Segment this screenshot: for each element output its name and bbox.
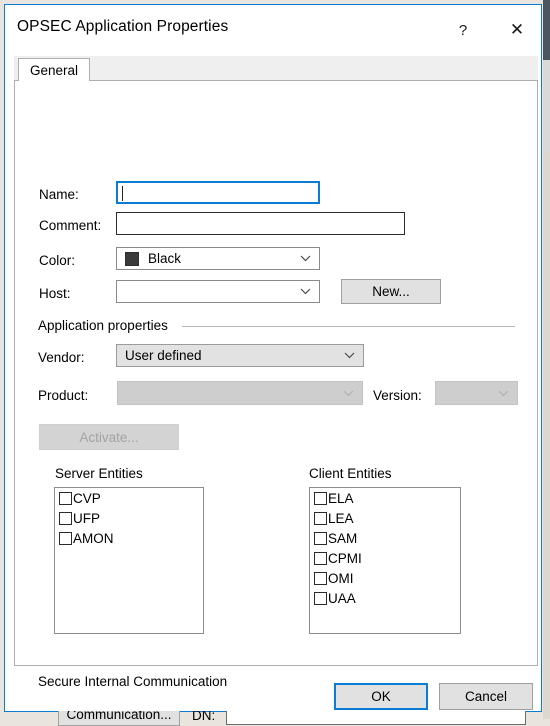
chevron-down-icon [344,352,355,359]
close-icon: ✕ [509,19,525,40]
checkbox-icon[interactable] [314,571,327,585]
application-properties-group-label: Application properties [38,318,176,333]
vendor-label: Vendor: [38,350,85,365]
tab-panel-general: Name: Comment: Color: Black Host: New... [14,81,538,726]
activate-button[interactable]: Activate... [39,424,179,450]
cancel-button[interactable]: Cancel [439,683,533,710]
window-title: OPSEC Application Properties [17,18,229,35]
checkbox-icon[interactable] [314,551,327,565]
ok-button-label: OK [371,689,391,704]
chevron-down-icon [300,288,311,295]
list-item[interactable]: SAM [310,528,460,548]
host-combobox[interactable] [116,280,320,303]
version-combobox[interactable] [435,381,518,405]
chevron-down-icon [300,255,311,262]
cancel-button-label: Cancel [464,689,508,704]
list-item-label: CVP [73,490,101,506]
desktop-background-mid [543,60,550,152]
list-item-label: UAA [328,590,356,606]
list-item[interactable]: CPMI [310,548,460,568]
list-item[interactable]: OMI [310,568,460,588]
checkbox-icon[interactable] [314,511,327,525]
desktop-background-top [543,0,550,60]
vendor-combobox[interactable]: User defined [116,344,364,367]
new-host-button-label: New... [372,284,410,299]
list-item[interactable]: ELA [310,488,460,508]
comment-input[interactable] [116,212,405,235]
title-bar: OPSEC Application Properties ? ✕ [5,5,541,51]
tab-general[interactable]: General [18,58,91,82]
server-entities-listbox[interactable]: CVP UFP AMON [54,487,204,634]
color-swatch-icon [125,251,139,266]
vendor-value: User defined [125,348,202,363]
name-input[interactable] [116,181,320,204]
ok-button[interactable]: OK [334,683,428,710]
list-item[interactable]: LEA [310,508,460,528]
text-caret [122,186,123,201]
tab-general-label: General [30,62,79,78]
list-item-label: ELA [328,490,354,506]
list-item[interactable]: AMON [55,528,203,548]
chevron-down-icon [343,390,354,397]
chevron-down-icon [498,390,509,397]
list-item[interactable]: CVP [55,488,203,508]
desktop-background-bottom [543,152,550,719]
secure-internal-communication-group-label: Secure Internal Communication [38,674,236,689]
color-label: Color: [39,253,76,268]
product-combobox[interactable] [117,381,363,405]
checkbox-icon[interactable] [314,491,327,505]
color-combobox[interactable]: Black [116,247,320,270]
help-button[interactable]: ? [441,15,485,45]
list-item-label: CPMI [328,550,362,566]
list-item-label: LEA [328,510,354,526]
version-label: Version: [373,388,422,403]
checkbox-icon[interactable] [314,591,327,605]
list-item-label: AMON [73,530,114,546]
application-properties-divider [182,326,515,327]
list-item-label: UFP [73,510,100,526]
list-item-label: OMI [328,570,354,586]
server-entities-title: Server Entities [55,466,143,481]
list-item[interactable]: UAA [310,588,460,608]
list-item[interactable]: UFP [55,508,203,528]
activate-button-label: Activate... [79,429,139,445]
product-label: Product: [38,388,89,403]
question-mark-icon: ? [458,21,468,39]
client-entities-listbox[interactable]: ELA LEA SAM CPMI OMI UAA [309,487,461,634]
new-host-button[interactable]: New... [341,279,441,304]
host-label: Host: [39,286,71,301]
close-button[interactable]: ✕ [495,15,539,45]
comment-label: Comment: [39,218,102,233]
opsec-application-properties-dialog: OPSEC Application Properties ? ✕ General… [4,4,542,726]
checkbox-icon[interactable] [59,511,72,525]
list-item-label: SAM [328,530,358,546]
name-label: Name: [39,187,79,202]
checkbox-icon[interactable] [59,531,72,545]
checkbox-icon[interactable] [314,531,327,545]
checkbox-icon[interactable] [59,491,72,505]
color-value: Black [148,251,182,266]
tab-strip: General [14,56,538,82]
client-entities-title: Client Entities [309,466,392,481]
